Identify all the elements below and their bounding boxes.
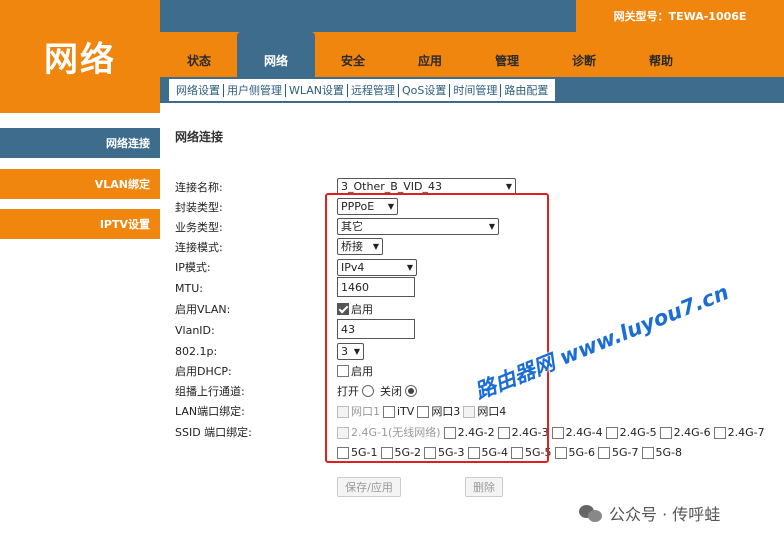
label-service: 业务类型: [175,221,223,234]
subnav-network-settings[interactable]: 网络设置 [173,83,224,97]
ssid-24g-6-checkbox[interactable] [659,426,672,439]
ssid-5g-7-checkbox[interactable] [598,446,610,459]
label-lan-bind: LAN端口绑定: [175,405,245,418]
ssid-24g-4-label: 2.4G-4 [565,425,603,439]
wechat-icon [579,503,603,523]
ssid-5g-8-checkbox[interactable] [641,446,654,459]
subnav-routing[interactable]: 路由配置 [501,84,551,97]
wechat-label: 公众号 · 传呼蛙 [609,505,721,524]
label-mtu: MTU: [175,281,203,295]
label-ssid-bind: SSID 端口绑定: [175,426,252,439]
tab-help[interactable]: 帮助 [622,32,700,77]
conn-name-select[interactable]: 3_Other_B_VID_43 ▼ [337,177,516,195]
label-encap: 封装类型: [175,201,223,214]
subnav-user-side[interactable]: 用户侧管理 [224,83,286,97]
ssid-5g-6-checkbox[interactable] [554,446,567,459]
label-8021p: 802.1p: [175,344,218,358]
tab-security[interactable]: 安全 [314,32,392,77]
sidebar-item-iptv[interactable]: IPTV设置 [0,209,160,239]
ssid-5g-6-label: 5G-6 [568,445,596,459]
ssid-24g-4[interactable]: 2.4G-4 [551,425,603,439]
ssid-5g-8[interactable]: 5G-8 [641,445,683,459]
tab-status[interactable]: 状态 [160,32,238,77]
tab-management[interactable]: 管理 [468,32,546,77]
ssid-24g-7-checkbox[interactable] [713,426,726,439]
ssid-5g-6[interactable]: 5G-6 [554,445,596,459]
ssid-24g-6[interactable]: 2.4G-6 [659,425,711,439]
page-title: 网络连接 [175,130,224,144]
chevron-down-icon: ▼ [505,181,512,191]
label-multicast: 组播上行通道: [175,385,245,398]
ssid-24g-4-checkbox[interactable] [551,426,564,439]
label-dhcp: 启用DHCP: [175,365,232,378]
ssid-5g-7[interactable]: 5G-7 [598,446,639,459]
ssid-24g-5[interactable]: 2.4G-5 [605,425,657,439]
sidebar-item-network-connection[interactable]: 网络连接 [0,128,160,158]
highlight-box [325,193,549,463]
label-ip-mode: IP模式: [175,261,211,274]
ssid-5g-7-label: 5G-7 [612,445,639,459]
label-vlan-enable: 启用VLAN: [175,303,231,316]
subnav-qos[interactable]: QoS设置 [399,83,451,97]
wechat-credit: 公众号 · 传呼蛙 [579,501,720,525]
label-vlan-id: VlanID: [175,323,215,337]
subnav-time[interactable]: 时间管理 [450,83,502,97]
tab-network[interactable]: 网络 [237,32,315,77]
delete-button[interactable]: 删除 [465,477,503,497]
sub-nav: 网络设置 用户侧管理 WLAN设置 远程管理 QoS设置 时间管理 路由配置 [169,79,556,101]
ssid-24g-7[interactable]: 2.4G-7 [713,425,765,439]
ssid-24g-5-label: 2.4G-5 [619,425,657,439]
app-logo: 网络 [0,0,160,113]
label-mode: 连接模式: [175,241,223,254]
ssid-5g-8-label: 5G-8 [655,445,683,459]
ssid-24g-6-label: 2.4G-6 [673,425,711,439]
gateway-model: 网关型号：TEWA-1006E [576,0,784,32]
main-tab-bar: 状态 网络 安全 应用 管理 诊断 帮助 [160,32,784,77]
label-conn-name: 连接名称: [175,181,223,194]
tab-diagnosis[interactable]: 诊断 [545,32,623,77]
conn-name-value: 3_Other_B_VID_43 [341,179,443,193]
save-apply-button[interactable]: 保存/应用 [337,477,401,497]
sidebar-item-vlan-binding[interactable]: VLAN绑定 [0,169,160,199]
sub-nav-bar: 网络设置 用户侧管理 WLAN设置 远程管理 QoS设置 时间管理 路由配置 [160,77,784,103]
subnav-remote[interactable]: 远程管理 [348,83,400,97]
ssid-24g-7-label: 2.4G-7 [727,425,765,439]
subnav-wlan[interactable]: WLAN设置 [286,83,349,97]
ssid-24g-5-checkbox[interactable] [605,426,618,439]
tab-application[interactable]: 应用 [391,32,469,77]
